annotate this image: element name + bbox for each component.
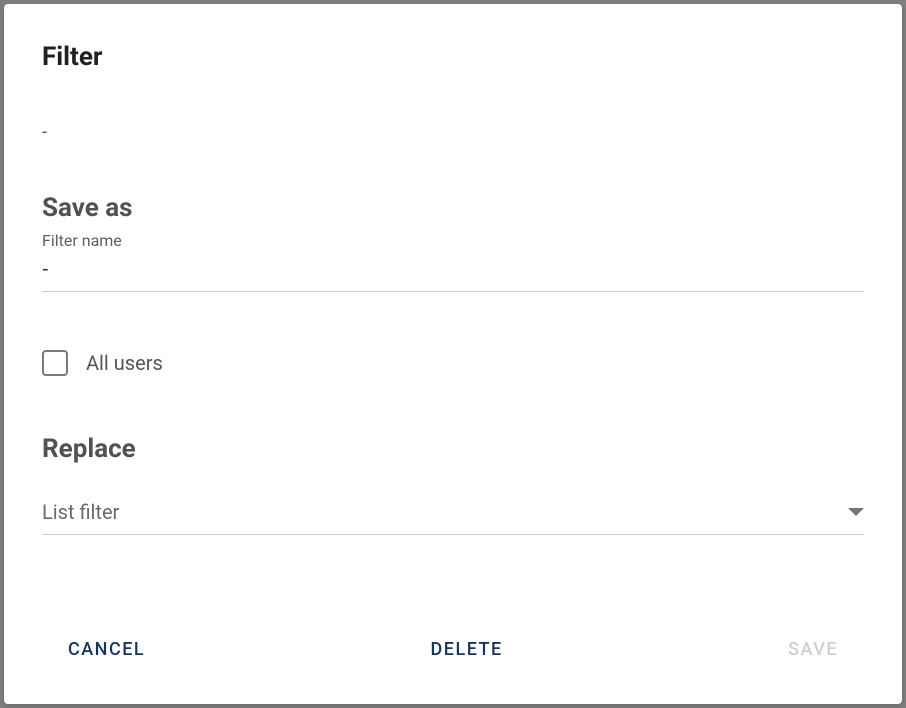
dialog-title: Filter [42,42,864,72]
filter-name-input[interactable] [42,254,864,292]
all-users-label: All users [86,351,163,375]
list-filter-value: List filter [42,500,848,524]
save-button: Save [780,635,846,664]
filter-description: - [42,122,864,143]
dialog-button-row: Cancel Delete Save [42,595,864,704]
list-filter-select[interactable]: List filter [42,500,864,535]
save-as-heading: Save as [42,193,864,223]
delete-button[interactable]: Delete [423,635,511,664]
filter-name-label: Filter name [42,231,864,250]
chevron-down-icon [848,508,864,516]
all-users-row[interactable]: All users [42,350,864,376]
cancel-button[interactable]: Cancel [60,635,153,664]
all-users-checkbox[interactable] [42,350,68,376]
replace-heading: Replace [42,434,864,464]
filter-dialog: Filter - Save as Filter name All users R… [4,4,902,704]
